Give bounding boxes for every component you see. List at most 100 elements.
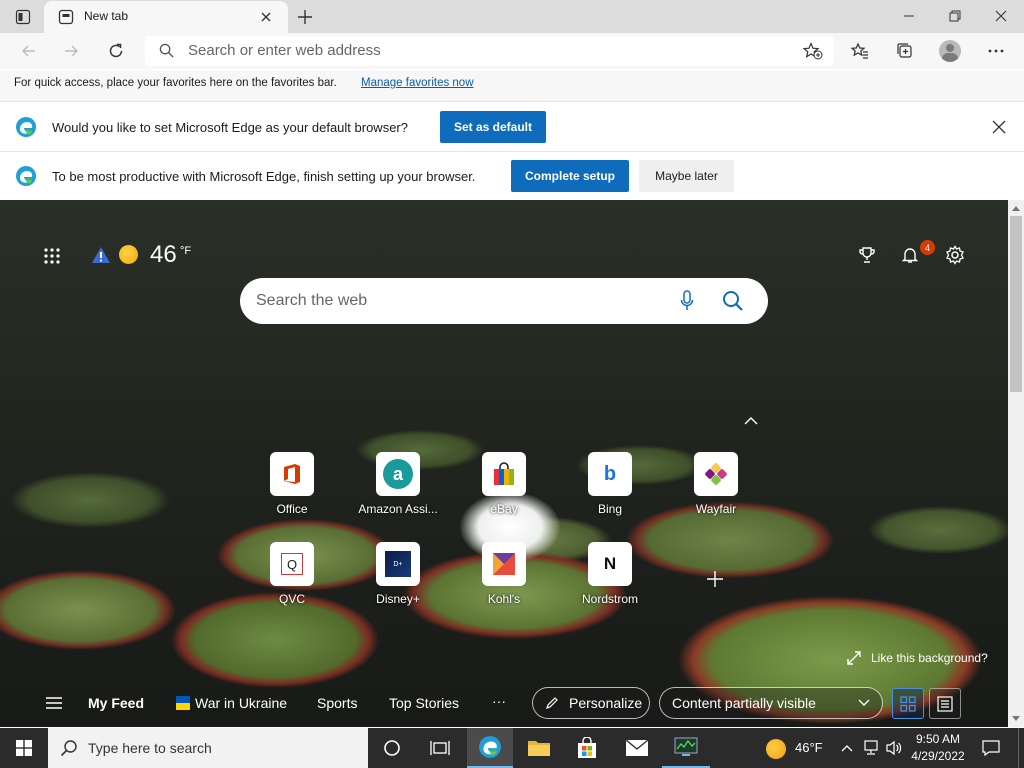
forward-arrow-icon[interactable] [58,40,84,62]
tile-disney-plus[interactable]: D+ Disney+ [348,542,448,606]
favorites-bar-message: For quick access, place your favorites h… [14,77,337,89]
tab-actions-icon[interactable] [12,7,34,27]
set-as-default-button[interactable]: Set as default [440,111,546,143]
taskbar-search-box[interactable]: Type here to search [48,728,368,768]
tile-wayfair[interactable]: Wayfair [666,452,766,516]
sun-icon[interactable] [119,245,138,264]
expand-icon[interactable] [847,651,861,665]
favorites-icon[interactable] [848,40,872,62]
sports-tab[interactable]: Sports [317,695,357,711]
disney-plus-icon: D+ [376,542,420,586]
mail-button[interactable] [613,728,661,768]
weather-sun-icon[interactable] [766,739,786,759]
tray-temperature[interactable]: 46°F [795,740,823,755]
favorites-bar: For quick access, place your favorites h… [0,70,1024,102]
maybe-later-button[interactable]: Maybe later [639,160,734,192]
list-view-button[interactable] [929,688,961,719]
collections-icon[interactable] [893,40,917,62]
refresh-icon[interactable] [103,40,129,62]
rewards-trophy-icon[interactable] [856,244,878,266]
manage-favorites-link[interactable]: Manage favorites now [361,77,474,89]
close-infobar-icon[interactable] [992,120,1006,134]
setup-infobar: To be most productive with Microsoft Edg… [0,152,1024,201]
cortana-button[interactable] [368,728,416,768]
close-window-button[interactable] [978,0,1024,32]
search-icon [159,43,174,58]
tile-amazon-assistant[interactable]: a Amazon Assi... [348,452,448,516]
search-icon [60,739,78,757]
monitor-chart-icon [674,737,698,756]
qvc-icon: Q [270,542,314,586]
edge-logo-icon [15,165,37,187]
taskbar-edge-button[interactable] [467,728,513,768]
tab-title: New tab [84,9,129,23]
content-visibility-select[interactable]: Content partially visible [659,687,883,719]
tile-label: Disney+ [376,592,420,606]
add-site-plus-icon[interactable] [704,568,726,590]
weather-temperature[interactable]: 46 [150,241,177,269]
search-icon[interactable] [722,290,744,312]
close-tab-icon[interactable] [258,9,274,25]
scroll-up-arrow-icon[interactable] [1010,202,1022,214]
tile-nordstrom[interactable]: N Nordstrom [560,542,660,606]
more-tabs-icon[interactable]: ··· [492,693,506,709]
tile-bing[interactable]: b Bing [560,452,660,516]
scroll-down-arrow-icon[interactable] [1010,713,1022,725]
tile-label: Office [276,502,308,516]
folder-icon [528,741,550,756]
address-bar[interactable]: Search or enter web address [145,36,834,66]
my-feed-tab[interactable]: My Feed [88,695,144,711]
microphone-icon[interactable] [680,290,694,312]
notifications-bell-icon[interactable] [899,244,921,266]
tile-ebay[interactable]: eBay [454,452,554,516]
restore-button[interactable] [932,0,978,32]
wayfair-icon [694,452,738,496]
chevron-down-icon [858,699,870,707]
store-button[interactable] [563,728,611,768]
grid-view-button[interactable] [892,688,924,719]
network-icon[interactable] [861,739,881,757]
tile-qvc[interactable]: Q QVC [242,542,342,606]
show-hidden-icons-chevron-icon[interactable] [838,740,856,756]
volume-speaker-icon[interactable] [884,739,904,757]
collapse-chevron-icon[interactable] [742,414,760,428]
profile-avatar[interactable] [939,40,961,62]
minimize-button[interactable] [886,0,932,32]
add-favorite-icon[interactable] [803,42,823,60]
monitor-app-button[interactable] [662,728,710,768]
like-background-link[interactable]: Like this background? [871,651,988,665]
back-arrow-icon[interactable] [16,40,42,62]
cortana-circle-icon [384,740,400,756]
personalize-button[interactable]: Personalize [532,687,650,719]
grid-view-icon [900,695,916,712]
complete-setup-button[interactable]: Complete setup [511,160,629,192]
file-explorer-button[interactable] [515,728,563,768]
amazon-assistant-icon: a [376,452,420,496]
ebay-bag-icon [482,452,526,496]
war-in-ukraine-tab[interactable]: War in Ukraine [195,695,287,711]
scrollbar-thumb[interactable] [1010,216,1022,392]
windows-logo-icon [16,740,32,756]
start-button[interactable] [0,728,48,768]
default-browser-infobar: Would you like to set Microsoft Edge as … [0,103,1024,152]
settings-gear-icon[interactable] [944,244,966,266]
show-desktop-button[interactable] [1018,728,1024,768]
ukraine-flag-icon [176,696,190,710]
weather-alert-icon[interactable] [91,246,111,264]
clock[interactable]: 9:50 AM 4/29/2022 [908,731,968,765]
app-launcher-icon[interactable] [42,246,62,266]
task-view-icon [430,741,450,755]
taskbar-search-placeholder: Type here to search [88,740,212,756]
tile-label: Bing [597,502,623,516]
top-stories-tab[interactable]: Top Stories [389,695,459,711]
web-search-box[interactable]: Search the web [240,278,768,324]
tile-office[interactable]: Office [242,452,342,516]
hamburger-menu-icon[interactable] [44,694,64,712]
more-options-icon[interactable] [984,40,1008,62]
tab-new-tab[interactable]: New tab [44,1,288,33]
action-center-icon[interactable] [980,738,1002,758]
new-tab-button[interactable] [292,5,318,29]
tile-label: Amazon Assi... [358,502,438,516]
task-view-button[interactable] [416,728,464,768]
tile-kohls[interactable]: Kohl's [454,542,554,606]
